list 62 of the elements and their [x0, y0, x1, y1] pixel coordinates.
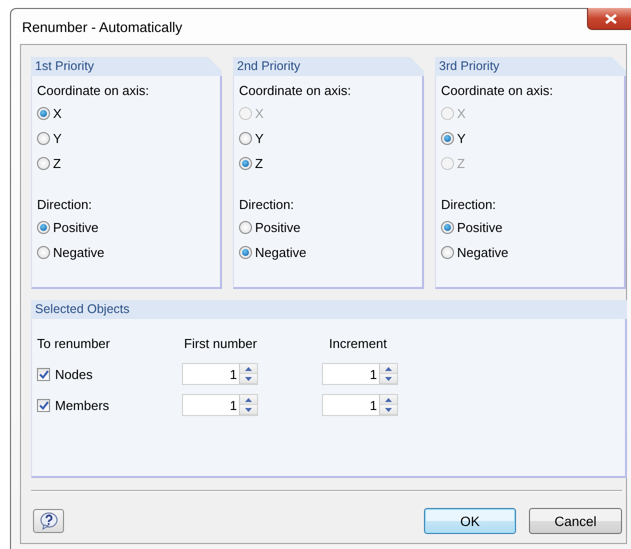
- up-arrow-icon: [385, 366, 392, 370]
- up-arrow-icon: [245, 366, 252, 370]
- spinner-control[interactable]: 1: [322, 394, 398, 416]
- direction-label: Direction:: [441, 196, 497, 214]
- column-header: First number: [183, 335, 258, 353]
- down-arrow-icon: [385, 376, 392, 380]
- check-icon: [38, 370, 48, 378]
- checkbox[interactable]: [37, 368, 50, 380]
- axis-label: Coordinate on axis:: [441, 82, 554, 100]
- radio-button[interactable]: [239, 132, 252, 145]
- checkbox[interactable]: [37, 398, 50, 412]
- radio-option[interactable]: Y: [441, 126, 624, 151]
- radio-option[interactable]: Z: [239, 151, 422, 176]
- close-button[interactable]: [587, 8, 631, 30]
- radio-option[interactable]: Negative: [441, 240, 624, 265]
- radio-option[interactable]: X: [37, 101, 220, 126]
- check-icon: [38, 400, 48, 410]
- spinner-control[interactable]: 1: [182, 363, 258, 385]
- cancel-button[interactable]: Cancel: [529, 508, 622, 534]
- group-header: 3rd Priority: [435, 57, 626, 76]
- radio-button[interactable]: [37, 107, 50, 120]
- radio-button[interactable]: [37, 246, 50, 259]
- radio-option[interactable]: Y: [239, 126, 422, 151]
- down-arrow-icon: [245, 376, 252, 380]
- radio-option[interactable]: Z: [37, 151, 220, 176]
- direction-label: Direction:: [239, 196, 295, 214]
- radio-option[interactable]: Y: [37, 126, 220, 151]
- radio-button[interactable]: [441, 221, 454, 234]
- up-arrow-icon: [385, 398, 392, 402]
- radio-button[interactable]: [37, 157, 50, 170]
- help-icon: [38, 512, 58, 530]
- group-header: 1st Priority: [31, 57, 222, 76]
- group-header: 2nd Priority: [233, 57, 424, 76]
- radio-button[interactable]: [441, 246, 454, 259]
- close-icon: [605, 14, 617, 24]
- radio-option[interactable]: Negative: [239, 240, 422, 265]
- axis-label: Coordinate on axis:: [37, 82, 150, 100]
- checkbox-option[interactable]: Nodes: [37, 363, 182, 385]
- spinner-control[interactable]: 1: [322, 363, 398, 385]
- radio-option[interactable]: Positive: [239, 215, 422, 240]
- radio-button[interactable]: [239, 221, 252, 234]
- window-title: Renumber - Automatically: [22, 19, 184, 35]
- radio-button[interactable]: [441, 132, 454, 145]
- axis-label: Coordinate on axis:: [239, 82, 352, 100]
- radio-option[interactable]: Positive: [441, 215, 624, 240]
- group-header: Selected Objects: [31, 300, 627, 319]
- spinner-control[interactable]: 1: [182, 394, 258, 416]
- up-arrow-icon: [245, 398, 252, 402]
- column-header: To renumber: [37, 335, 111, 353]
- ok-button[interactable]: OK: [424, 508, 516, 534]
- down-arrow-icon: [245, 408, 252, 412]
- down-arrow-icon: [385, 408, 392, 412]
- column-header: Increment: [328, 335, 388, 353]
- checkbox-option[interactable]: Members: [37, 394, 182, 416]
- direction-label: Direction:: [37, 196, 93, 214]
- radio-button[interactable]: [37, 132, 50, 145]
- radio-option[interactable]: Negative: [37, 240, 220, 265]
- radio-option[interactable]: Positive: [37, 215, 220, 240]
- radio-button[interactable]: [239, 246, 252, 259]
- help-button[interactable]: [33, 509, 64, 533]
- radio-button[interactable]: [239, 157, 252, 170]
- radio-button[interactable]: [37, 221, 50, 234]
